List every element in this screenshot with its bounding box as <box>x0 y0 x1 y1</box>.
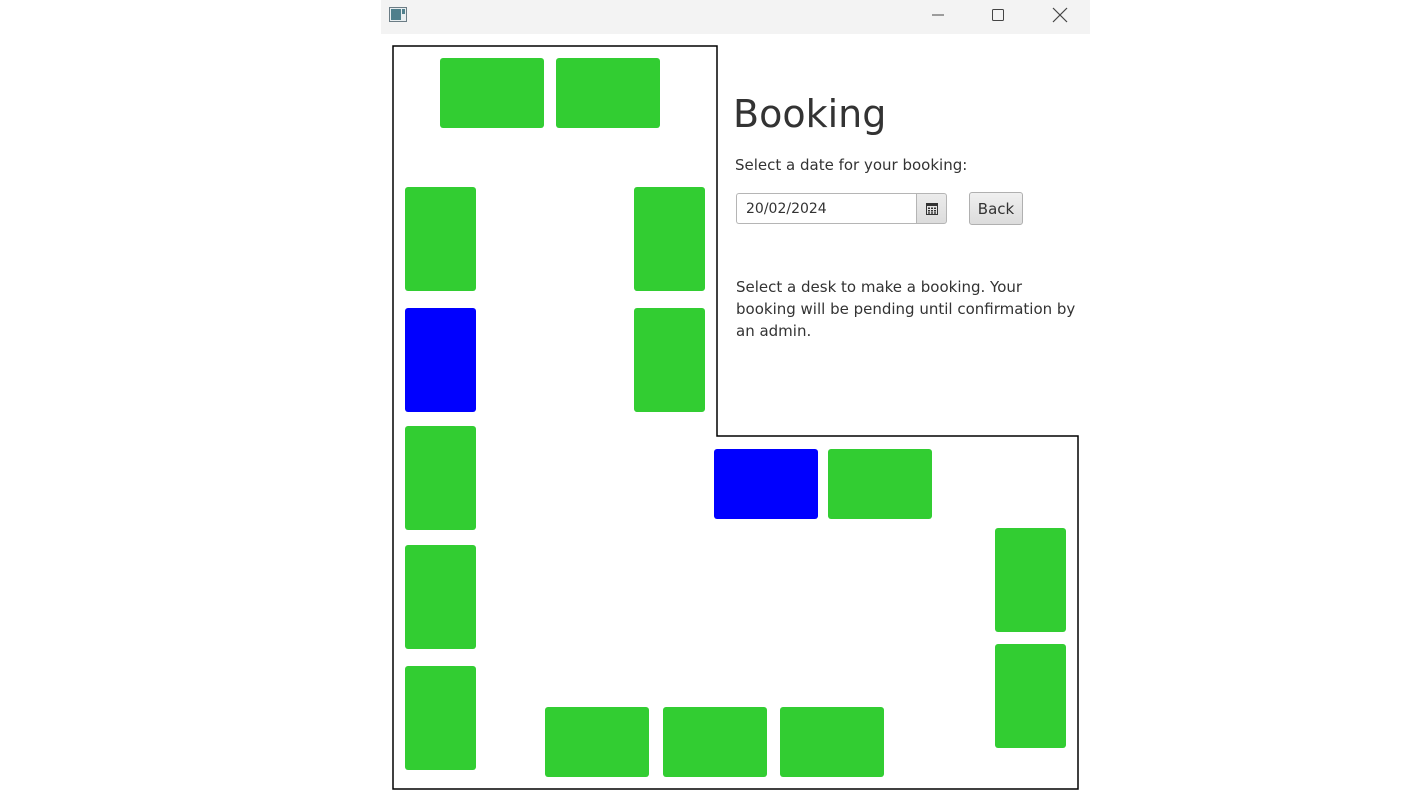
desk-available[interactable] <box>405 666 476 770</box>
desk-available[interactable] <box>663 707 767 777</box>
desk-available[interactable] <box>780 707 884 777</box>
page-title: Booking <box>733 92 887 136</box>
desk-available[interactable] <box>828 449 932 519</box>
minimize-icon <box>932 14 944 16</box>
desk-available[interactable] <box>545 707 649 777</box>
calendar-button[interactable] <box>916 193 947 224</box>
desk-available[interactable] <box>634 308 705 412</box>
date-prompt-label: Select a date for your booking: <box>735 156 968 174</box>
desk-available[interactable] <box>405 187 476 291</box>
desk-available[interactable] <box>995 528 1066 632</box>
title-bar <box>381 0 1090 34</box>
desk-available[interactable] <box>634 187 705 291</box>
desk-available[interactable] <box>995 644 1066 748</box>
date-picker[interactable] <box>736 193 947 224</box>
close-button[interactable] <box>1037 0 1083 30</box>
desk-available[interactable] <box>556 58 660 128</box>
desk-booked[interactable] <box>405 308 476 412</box>
date-input[interactable] <box>736 193 916 224</box>
desk-available[interactable] <box>440 58 544 128</box>
desk-booked[interactable] <box>714 449 818 519</box>
app-window-icon <box>389 7 407 22</box>
booking-info-text: Select a desk to make a booking. Your bo… <box>736 278 1076 340</box>
minimize-button[interactable] <box>915 0 961 30</box>
maximize-button[interactable] <box>975 0 1021 30</box>
close-icon <box>1052 7 1068 23</box>
maximize-icon <box>992 9 1004 21</box>
back-button[interactable]: Back <box>969 192 1023 225</box>
calendar-icon <box>925 202 938 215</box>
desk-available[interactable] <box>405 426 476 530</box>
desk-available[interactable] <box>405 545 476 649</box>
